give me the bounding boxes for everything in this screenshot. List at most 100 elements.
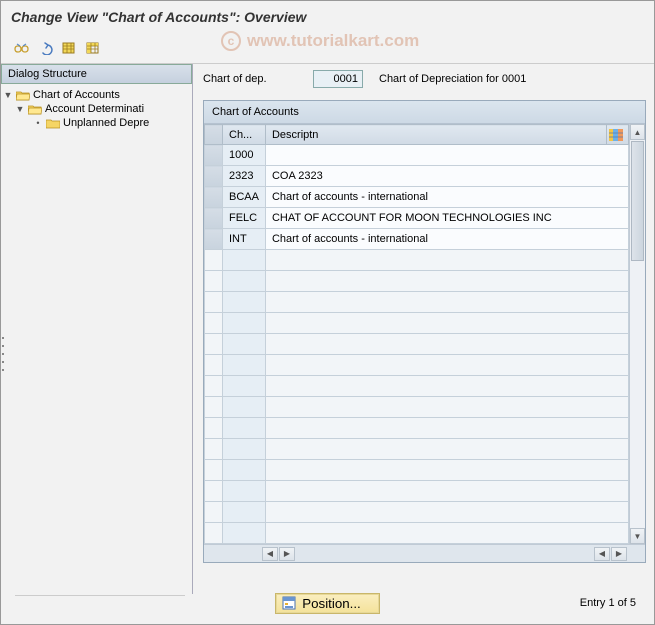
scroll-thumb[interactable] xyxy=(631,141,644,261)
table-row[interactable] xyxy=(205,397,629,418)
table-row[interactable] xyxy=(205,376,629,397)
row-selector[interactable] xyxy=(205,355,223,376)
ch-cell[interactable] xyxy=(223,250,266,271)
ch-cell[interactable] xyxy=(223,313,266,334)
ch-cell[interactable] xyxy=(223,439,266,460)
scroll-down-button[interactable]: ▼ xyxy=(630,528,645,544)
ch-cell[interactable] xyxy=(223,523,266,544)
description-cell[interactable] xyxy=(265,397,628,418)
row-selector[interactable] xyxy=(205,460,223,481)
position-button[interactable]: Position... xyxy=(275,593,380,614)
select-all-button[interactable] xyxy=(59,39,79,57)
table-row[interactable] xyxy=(205,460,629,481)
scroll-track[interactable] xyxy=(630,140,645,528)
hscroll-left-button[interactable]: ◀ xyxy=(262,547,278,561)
sidebar-resize-grip[interactable] xyxy=(0,334,5,374)
description-cell[interactable] xyxy=(265,313,628,334)
row-selector[interactable] xyxy=(205,418,223,439)
row-selector[interactable] xyxy=(205,145,223,166)
table-row[interactable] xyxy=(205,355,629,376)
row-selector[interactable] xyxy=(205,187,223,208)
table-row[interactable] xyxy=(205,481,629,502)
description-cell[interactable] xyxy=(265,376,628,397)
row-selector[interactable] xyxy=(205,523,223,544)
row-selector[interactable] xyxy=(205,481,223,502)
deselect-all-button[interactable] xyxy=(83,39,103,57)
ch-cell[interactable]: FELC xyxy=(223,208,266,229)
ch-cell[interactable] xyxy=(223,418,266,439)
row-selector[interactable] xyxy=(205,271,223,292)
chart-of-dep-input[interactable] xyxy=(313,70,363,88)
table-row[interactable]: 2323COA 2323 xyxy=(205,166,629,187)
description-cell[interactable] xyxy=(265,439,628,460)
description-cell[interactable] xyxy=(265,355,628,376)
select-column-header[interactable] xyxy=(205,125,223,145)
ch-cell[interactable] xyxy=(223,271,266,292)
table-row[interactable] xyxy=(205,439,629,460)
scroll-up-button[interactable]: ▲ xyxy=(630,124,645,140)
table-row[interactable] xyxy=(205,334,629,355)
tree-item-unplanned-depre[interactable]: • Unplanned Depre xyxy=(3,116,190,130)
row-selector[interactable] xyxy=(205,229,223,250)
row-selector[interactable] xyxy=(205,166,223,187)
tree-item-chart-of-accounts[interactable]: ▼ Chart of Accounts xyxy=(3,88,190,102)
description-cell[interactable] xyxy=(265,502,628,523)
ch-cell[interactable] xyxy=(223,481,266,502)
row-selector[interactable] xyxy=(205,313,223,334)
description-cell[interactable] xyxy=(265,418,628,439)
ch-cell[interactable] xyxy=(223,397,266,418)
description-cell[interactable]: CHAT OF ACCOUNT FOR MOON TECHNOLOGIES IN… xyxy=(265,208,628,229)
ch-cell[interactable] xyxy=(223,460,266,481)
description-cell[interactable]: Chart of accounts - international xyxy=(265,229,628,250)
ch-cell[interactable]: 1000 xyxy=(223,145,266,166)
ch-cell[interactable] xyxy=(223,292,266,313)
row-selector[interactable] xyxy=(205,292,223,313)
row-selector[interactable] xyxy=(205,334,223,355)
row-selector[interactable] xyxy=(205,397,223,418)
table-row[interactable] xyxy=(205,313,629,334)
description-cell[interactable]: COA 2323 xyxy=(265,166,628,187)
configure-columns-button[interactable] xyxy=(607,125,629,145)
tree-item-account-determination[interactable]: ▼ Account Determinati xyxy=(3,102,190,116)
ch-cell[interactable]: BCAA xyxy=(223,187,266,208)
row-selector[interactable] xyxy=(205,208,223,229)
hscroll-right-button[interactable]: ▶ xyxy=(279,547,295,561)
table-row[interactable] xyxy=(205,523,629,544)
description-cell[interactable] xyxy=(265,250,628,271)
table-row[interactable]: FELCCHAT OF ACCOUNT FOR MOON TECHNOLOGIE… xyxy=(205,208,629,229)
ch-cell[interactable] xyxy=(223,502,266,523)
ch-cell[interactable] xyxy=(223,376,266,397)
description-cell[interactable]: Chart of accounts - international xyxy=(265,187,628,208)
description-cell[interactable] xyxy=(265,271,628,292)
tree-toggle[interactable]: ▼ xyxy=(15,104,25,114)
ch-column-header[interactable]: Ch... xyxy=(223,125,266,145)
row-selector[interactable] xyxy=(205,376,223,397)
row-selector[interactable] xyxy=(205,502,223,523)
hscroll-right-button-2[interactable]: ▶ xyxy=(611,547,627,561)
row-selector[interactable] xyxy=(205,439,223,460)
description-cell[interactable] xyxy=(265,334,628,355)
ch-cell[interactable]: INT xyxy=(223,229,266,250)
undo-button[interactable] xyxy=(35,39,55,57)
vertical-scrollbar[interactable]: ▲ ▼ xyxy=(629,124,645,544)
table-row[interactable]: INTChart of accounts - international xyxy=(205,229,629,250)
description-cell[interactable] xyxy=(265,460,628,481)
description-column-header[interactable]: Descriptn xyxy=(265,125,606,145)
table-row[interactable] xyxy=(205,271,629,292)
description-cell[interactable] xyxy=(265,292,628,313)
table-row[interactable] xyxy=(205,292,629,313)
table-row[interactable]: BCAAChart of accounts - international xyxy=(205,187,629,208)
description-cell[interactable] xyxy=(265,145,628,166)
table-row[interactable] xyxy=(205,418,629,439)
toggle-view-button[interactable] xyxy=(11,39,31,57)
ch-cell[interactable] xyxy=(223,334,266,355)
table-row[interactable]: 1000 xyxy=(205,145,629,166)
description-cell[interactable] xyxy=(265,523,628,544)
ch-cell[interactable]: 2323 xyxy=(223,166,266,187)
tree-toggle[interactable]: ▼ xyxy=(3,90,13,100)
hscroll-left-button-2[interactable]: ◀ xyxy=(594,547,610,561)
description-cell[interactable] xyxy=(265,481,628,502)
table-row[interactable] xyxy=(205,250,629,271)
ch-cell[interactable] xyxy=(223,355,266,376)
row-selector[interactable] xyxy=(205,250,223,271)
